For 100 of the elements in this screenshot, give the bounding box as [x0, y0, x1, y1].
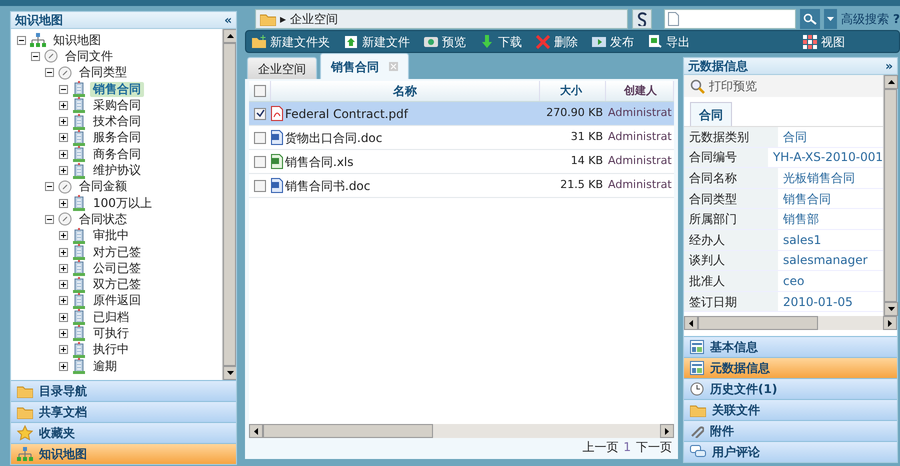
- tree-item[interactable]: 100万以上: [90, 196, 155, 211]
- advanced-search-link[interactable]: 高级搜索: [841, 10, 890, 28]
- expand-button[interactable]: »: [885, 57, 893, 75]
- expand-toggle[interactable]: [59, 166, 68, 176]
- vertical-scrollbar[interactable]: [883, 75, 897, 316]
- accordion-item[interactable]: 基本信息: [684, 336, 897, 357]
- tree-item[interactable]: 原件返回: [90, 293, 144, 308]
- file-name[interactable]: 货物出口合同.doc: [285, 128, 382, 146]
- select-all-checkbox[interactable]: [254, 85, 266, 97]
- scroll-right-button[interactable]: [883, 316, 897, 330]
- previous-page-link[interactable]: 上一页: [582, 438, 618, 456]
- collapse-toggle[interactable]: [45, 214, 54, 224]
- tab[interactable]: 企业空间: [247, 57, 317, 79]
- expand-toggle[interactable]: [59, 150, 68, 159]
- tree-item[interactable]: 已归档: [90, 310, 132, 325]
- tab[interactable]: 销售合同: [320, 53, 409, 79]
- tree-item[interactable]: 维护协议: [90, 163, 144, 178]
- tree-item[interactable]: 合同状态: [76, 212, 130, 227]
- accordion-item[interactable]: 用户评论: [684, 441, 897, 462]
- address-bar[interactable]: ▸ 企业空间: [255, 9, 628, 29]
- help-link[interactable]: ?: [893, 10, 900, 28]
- table-row[interactable]: 销售合同.xls 14 KB Administrat: [249, 150, 674, 174]
- expand-toggle[interactable]: [59, 198, 68, 208]
- export-button[interactable]: 导出: [648, 32, 690, 50]
- collapse-toggle[interactable]: [17, 36, 26, 45]
- row-checkbox[interactable]: [254, 180, 266, 192]
- new-folder-button[interactable]: 新建文件夹: [252, 32, 330, 50]
- tree-item[interactable]: 采购合同: [90, 98, 144, 113]
- table-row[interactable]: 货物出口合同.doc 31 KB Administrat: [249, 126, 674, 150]
- tree-item[interactable]: 销售合同: [90, 82, 144, 97]
- path-segment[interactable]: 企业空间: [290, 10, 338, 28]
- expand-toggle[interactable]: [59, 328, 68, 338]
- scroll-thumb[interactable]: [698, 316, 818, 330]
- row-checkbox[interactable]: [254, 156, 266, 168]
- tree-item[interactable]: 公司已签: [90, 260, 144, 276]
- tree-item[interactable]: 技术合同: [90, 114, 144, 130]
- scroll-thumb[interactable]: [884, 89, 897, 302]
- expand-toggle[interactable]: [59, 117, 68, 126]
- scroll-thumb[interactable]: [263, 424, 433, 438]
- collapse-toggle[interactable]: [59, 84, 68, 94]
- expand-toggle[interactable]: [59, 362, 68, 371]
- new-file-button[interactable]: 新建文件: [344, 32, 410, 50]
- accordion-item[interactable]: 关联文件: [684, 399, 897, 420]
- expand-toggle[interactable]: [59, 100, 68, 110]
- column-header[interactable]: 创建人: [624, 82, 657, 100]
- collapse-toggle[interactable]: [45, 182, 54, 192]
- accordion-item[interactable]: 收藏夹: [11, 422, 236, 443]
- tree-item[interactable]: 合同类型: [76, 65, 130, 80]
- download-button[interactable]: 下载: [480, 32, 522, 50]
- tree-item[interactable]: 合同文件: [62, 48, 116, 64]
- expand-toggle[interactable]: [59, 231, 68, 240]
- row-checkbox[interactable]: [254, 108, 266, 120]
- scroll-left-button[interactable]: [684, 316, 698, 330]
- scroll-down-button[interactable]: [884, 302, 898, 316]
- refresh-button[interactable]: [632, 9, 652, 29]
- tree-item[interactable]: 服务合同: [90, 130, 144, 146]
- preview-button[interactable]: 预览: [424, 32, 466, 50]
- collapse-toggle[interactable]: [31, 52, 40, 61]
- accordion-item[interactable]: 目录导航: [11, 380, 236, 401]
- column-header[interactable]: 名称: [393, 82, 417, 100]
- expand-toggle[interactable]: [59, 133, 68, 142]
- expand-toggle[interactable]: [59, 248, 68, 256]
- tree-item[interactable]: 知识地图: [50, 32, 104, 48]
- expand-toggle[interactable]: [59, 280, 68, 290]
- file-name[interactable]: Federal Contract.pdf: [285, 104, 408, 122]
- collapse-toggle[interactable]: [45, 68, 54, 78]
- print-preview-button[interactable]: 打印预览: [684, 75, 883, 97]
- table-row[interactable]: Federal Contract.pdf 270.90 KB Administrat: [249, 102, 674, 126]
- accordion-item[interactable]: 元数据信息: [684, 357, 897, 378]
- expand-toggle[interactable]: [59, 296, 68, 306]
- row-checkbox[interactable]: [254, 132, 266, 144]
- tree-item[interactable]: 对方已签: [90, 244, 144, 260]
- scroll-right-button[interactable]: [660, 424, 674, 438]
- tree-item[interactable]: 商务合同: [90, 146, 144, 162]
- search-field[interactable]: [664, 9, 796, 29]
- next-page-link[interactable]: 下一页: [636, 438, 672, 456]
- expand-toggle[interactable]: [59, 345, 68, 354]
- column-header[interactable]: 大小: [560, 82, 582, 100]
- file-name[interactable]: 销售合同书.doc: [285, 176, 370, 194]
- view-button[interactable]: 视图: [803, 32, 845, 50]
- publish-button[interactable]: 发布: [592, 32, 634, 50]
- tree-item[interactable]: 执行中: [90, 342, 132, 358]
- tree-item[interactable]: 双方已签: [90, 277, 144, 292]
- expand-toggle[interactable]: [59, 264, 68, 273]
- tab[interactable]: 合同: [690, 102, 732, 126]
- search-button[interactable]: [800, 9, 820, 29]
- accordion-item[interactable]: 知识地图: [11, 443, 236, 464]
- collapse-button[interactable]: «: [224, 11, 232, 29]
- accordion-item[interactable]: 共享文档: [11, 401, 236, 422]
- scroll-left-button[interactable]: [249, 424, 263, 438]
- horizontal-scrollbar[interactable]: [249, 424, 674, 438]
- file-name[interactable]: 销售合同.xls: [285, 152, 354, 170]
- tree-item[interactable]: 合同金额: [76, 179, 130, 194]
- scroll-down-button[interactable]: [223, 366, 236, 380]
- scroll-up-button[interactable]: [223, 29, 236, 43]
- accordion-item[interactable]: 附件: [684, 420, 897, 441]
- delete-button[interactable]: 删除: [536, 32, 578, 50]
- accordion-item[interactable]: 历史文件(1): [684, 378, 897, 399]
- tree-item[interactable]: 可执行: [90, 326, 132, 341]
- expand-toggle[interactable]: [59, 312, 68, 322]
